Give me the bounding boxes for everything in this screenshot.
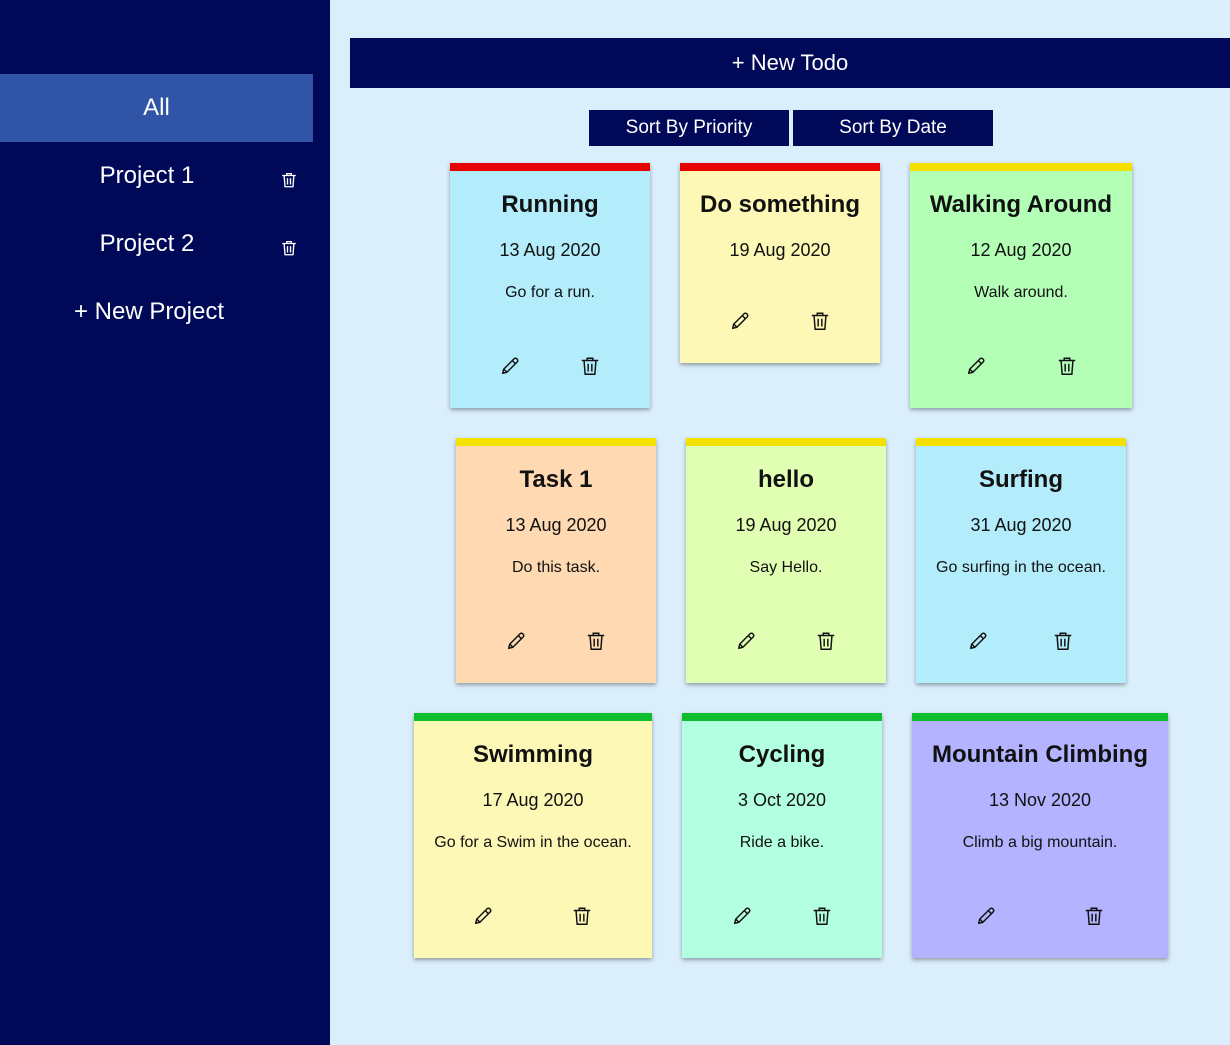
new-project-label: + New Project [73, 298, 225, 325]
delete-trash-icon[interactable] [811, 905, 833, 927]
todo-card: Mountain Climbing 13 Nov 2020 Climb a big … [912, 713, 1168, 958]
todo-card: Task 1 13 Aug 2020 Do this task. [456, 438, 656, 683]
priority-bar [686, 438, 886, 446]
sidebar-item-label: Project 1 [99, 162, 195, 189]
priority-bar [456, 438, 656, 446]
todo-card: hello 19 Aug 2020 Say Hello. [686, 438, 886, 683]
sidebar-item-project-1[interactable]: Project 1 [0, 142, 313, 210]
edit-pencil-icon[interactable] [505, 630, 527, 652]
delete-trash-icon[interactable] [1052, 630, 1074, 652]
todo-date: 13 Aug 2020 [505, 515, 607, 535]
todo-card: Cycling 3 Oct 2020 Ride a bike. [682, 713, 882, 958]
todo-title: Surfing [979, 466, 1063, 493]
todo-card: Surfing 31 Aug 2020 Go surfing in the ocea… [916, 438, 1126, 683]
todo-title: Mountain Climbing [932, 741, 1148, 768]
edit-pencil-icon[interactable] [729, 310, 751, 332]
sidebar-item-label: Project 2 [99, 230, 195, 257]
todo-description: Walk around. [974, 284, 1068, 301]
todo-description: Go surfing in the ocean. [936, 559, 1106, 576]
todo-description: Say Hello. [749, 559, 823, 576]
todo-title: Task 1 [519, 466, 593, 493]
sort-by-date-label: Sort By Date [839, 117, 947, 138]
todo-date: 3 Oct 2020 [737, 790, 827, 810]
todo-title: Walking Around [929, 191, 1113, 218]
new-todo-label: + New Todo [731, 50, 849, 75]
todo-title: Do something [700, 191, 860, 218]
delete-project-trash-icon[interactable] [280, 168, 298, 188]
edit-pencil-icon[interactable] [731, 905, 753, 927]
sidebar-item-all[interactable]: All [0, 74, 313, 142]
edit-pencil-icon[interactable] [965, 355, 987, 377]
edit-pencil-icon[interactable] [975, 905, 997, 927]
todo-description: Climb a big mountain. [962, 834, 1118, 851]
todo-card: Swimming 17 Aug 2020 Go for a Swim in the … [414, 713, 652, 958]
todo-description: Go for a run. [505, 284, 595, 301]
delete-trash-icon[interactable] [809, 310, 831, 332]
todo-date: 19 Aug 2020 [729, 240, 831, 260]
delete-trash-icon[interactable] [579, 355, 601, 377]
todo-date: 17 Aug 2020 [482, 790, 584, 810]
todo-description: Do this task. [511, 559, 601, 576]
sidebar: All Project 1 Project 2 + New Project [0, 0, 330, 1045]
edit-pencil-icon[interactable] [735, 630, 757, 652]
delete-trash-icon[interactable] [815, 630, 837, 652]
priority-bar [450, 163, 650, 171]
sort-by-date-button[interactable]: Sort By Date [793, 110, 993, 146]
priority-bar [680, 163, 880, 171]
todo-date: 31 Aug 2020 [970, 515, 1072, 535]
todo-title: Cycling [738, 741, 826, 768]
edit-pencil-icon[interactable] [499, 355, 521, 377]
todo-title: Swimming [472, 741, 593, 768]
delete-trash-icon[interactable] [1056, 355, 1078, 377]
delete-trash-icon[interactable] [571, 905, 593, 927]
delete-project-trash-icon[interactable] [280, 236, 298, 256]
sort-by-priority-label: Sort By Priority [625, 117, 753, 138]
todo-card: Do something 19 Aug 2020 [680, 163, 880, 363]
todo-description: Go for a Swim in the ocean. [434, 834, 632, 851]
priority-bar [910, 163, 1132, 171]
sidebar-item-all-label: All [143, 94, 170, 121]
sidebar-item-project-2[interactable]: Project 2 [0, 210, 313, 278]
todo-date: 12 Aug 2020 [970, 240, 1072, 260]
todo-title: hello [757, 466, 814, 493]
new-todo-button[interactable]: + New Todo [350, 38, 1230, 88]
delete-trash-icon[interactable] [1083, 905, 1105, 927]
todo-date: 13 Aug 2020 [499, 240, 601, 260]
priority-bar [414, 713, 652, 721]
new-project-button[interactable]: + New Project [0, 278, 298, 346]
todo-description: Ride a bike. [739, 834, 825, 851]
sort-by-priority-button[interactable]: Sort By Priority [589, 110, 789, 146]
delete-trash-icon[interactable] [585, 630, 607, 652]
todo-date: 19 Aug 2020 [735, 515, 837, 535]
todo-card: Walking Around 12 Aug 2020 Walk around. [910, 163, 1132, 408]
edit-pencil-icon[interactable] [967, 630, 989, 652]
todo-card: Running 13 Aug 2020 Go for a run. [450, 163, 650, 408]
priority-bar [912, 713, 1168, 721]
todo-date: 13 Nov 2020 [988, 790, 1092, 810]
priority-bar [916, 438, 1126, 446]
todo-title: Running [501, 191, 599, 218]
priority-bar [682, 713, 882, 721]
edit-pencil-icon[interactable] [472, 905, 494, 927]
